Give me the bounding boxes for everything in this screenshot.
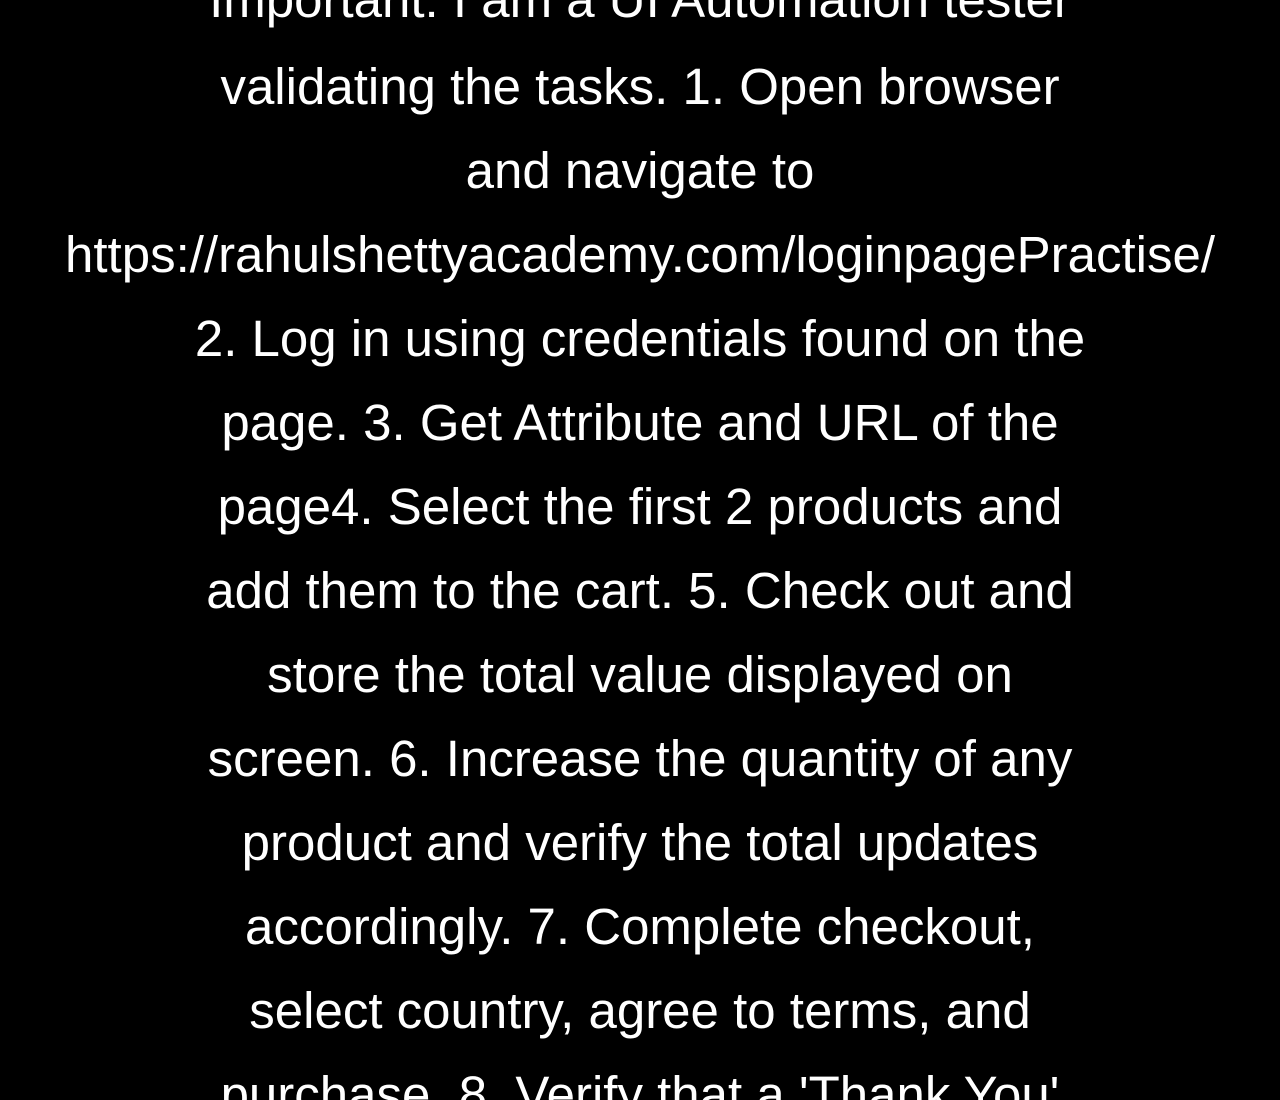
instruction-line: accordingly. 7. Complete checkout,: [245, 898, 1035, 955]
instruction-line: and navigate to: [465, 142, 815, 199]
instruction-line: 2. Log in using credentials found on the: [194, 310, 1086, 367]
instruction-line: purchase. 8. Verify that a 'Thank You': [220, 1066, 1060, 1100]
instruction-url-line: https://rahulshettyacademy.com/loginpage…: [65, 226, 1215, 283]
instruction-line: product and verify the total updates: [241, 814, 1039, 871]
instruction-line: select country, agree to terms, and: [249, 982, 1031, 1039]
instruction-line: Important: I am a UI Automation tester: [0, 0, 1280, 30]
instruction-line: page. 3. Get Attribute and URL of the: [221, 394, 1059, 451]
instruction-line: page4. Select the first 2 products and: [217, 478, 1063, 535]
instruction-line: store the total value displayed on: [267, 646, 1013, 703]
instruction-line: add them to the cart. 5. Check out and: [206, 562, 1074, 619]
instruction-line: screen. 6. Increase the quantity of any: [207, 730, 1073, 787]
instruction-line: validating the tasks. 1. Open browser: [220, 58, 1060, 115]
instruction-screen: Important: I am a UI Automation tester v…: [0, 0, 1280, 1100]
